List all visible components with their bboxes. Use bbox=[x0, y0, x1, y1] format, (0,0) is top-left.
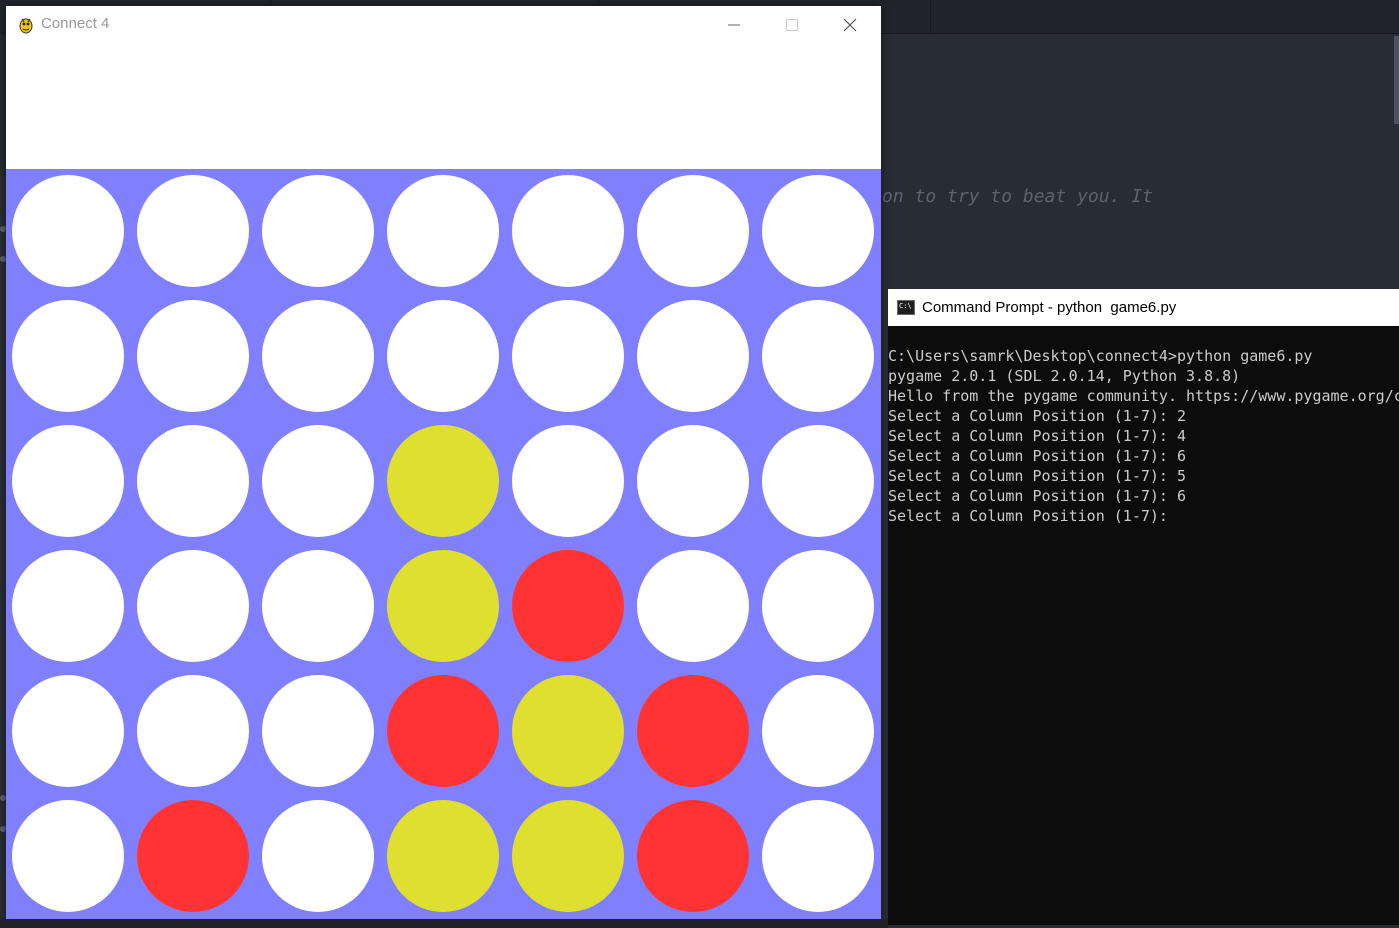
board-cell-r3-c4-yellow-disc[interactable] bbox=[387, 425, 499, 537]
terminal-output[interactable]: C:\Users\samrk\Desktop\connect4>python g… bbox=[888, 346, 1399, 916]
board-cell-r4-c7[interactable] bbox=[762, 550, 874, 662]
terminal-line: Select a Column Position (1-7): 5 bbox=[888, 467, 1187, 485]
board-cell-r2-c1[interactable] bbox=[12, 300, 124, 412]
board-cell-r4-c2[interactable] bbox=[137, 550, 249, 662]
board-cell-r5-c7[interactable] bbox=[762, 675, 874, 787]
editor-scrollbar[interactable] bbox=[1394, 36, 1399, 124]
cmd-window-title: Command Prompt - python game6.py bbox=[922, 299, 1177, 316]
minimize-button[interactable] bbox=[705, 6, 763, 44]
board-cell-r6-c7[interactable] bbox=[762, 800, 874, 912]
board-cell-r1-c6[interactable] bbox=[637, 175, 749, 287]
board-cell-r2-c4[interactable] bbox=[387, 300, 499, 412]
board-cell-r1-c3[interactable] bbox=[262, 175, 374, 287]
terminal-prompt-line[interactable]: Select a Column Position (1-7): bbox=[888, 506, 1399, 526]
board-cell-r6-c4-yellow-disc[interactable] bbox=[387, 800, 499, 912]
board-cell-r1-c5[interactable] bbox=[512, 175, 624, 287]
terminal-line: Select a Column Position (1-7): 6 bbox=[888, 447, 1187, 465]
board-cell-r4-c3[interactable] bbox=[262, 550, 374, 662]
terminal-line: Select a Column Position (1-7): 2 bbox=[888, 407, 1187, 425]
board-cell-r5-c2[interactable] bbox=[137, 675, 249, 787]
terminal-line: Select a Column Position (1-7): 4 bbox=[888, 427, 1187, 445]
drop-zone[interactable] bbox=[6, 44, 881, 169]
board-cell-r3-c1[interactable] bbox=[12, 425, 124, 537]
board-cell-r2-c6[interactable] bbox=[637, 300, 749, 412]
board-cell-r5-c6-red-disc[interactable] bbox=[637, 675, 749, 787]
board-cell-r5-c1[interactable] bbox=[12, 675, 124, 787]
board-cell-r3-c3[interactable] bbox=[262, 425, 374, 537]
close-icon bbox=[843, 18, 857, 32]
board-cell-r6-c2-red-disc[interactable] bbox=[137, 800, 249, 912]
close-button[interactable] bbox=[821, 6, 879, 44]
board-cell-r2-c5[interactable] bbox=[512, 300, 624, 412]
board-cell-r6-c3[interactable] bbox=[262, 800, 374, 912]
board-cell-r5-c3[interactable] bbox=[262, 675, 374, 787]
cmd-icon: C:\ bbox=[897, 300, 915, 315]
game-titlebar[interactable]: Connect 4 bbox=[6, 6, 881, 44]
board-cell-r6-c6-red-disc[interactable] bbox=[637, 800, 749, 912]
command-prompt-window: C:\ Command Prompt - python game6.py C:\… bbox=[888, 289, 1399, 925]
cmd-icon-label: C:\ bbox=[899, 302, 912, 310]
terminal-line: Hello from the pygame community. https:/… bbox=[888, 387, 1399, 405]
window-title: Connect 4 bbox=[41, 15, 110, 32]
cmd-titlebar[interactable]: C:\ Command Prompt - python game6.py bbox=[888, 289, 1399, 326]
maximize-icon bbox=[786, 19, 798, 31]
board-cell-r3-c2[interactable] bbox=[137, 425, 249, 537]
board-cell-r3-c6[interactable] bbox=[637, 425, 749, 537]
board-cell-r4-c6[interactable] bbox=[637, 550, 749, 662]
connect4-window: Connect 4 bbox=[6, 6, 881, 919]
maximize-button[interactable] bbox=[763, 6, 821, 44]
board-cell-r1-c2[interactable] bbox=[137, 175, 249, 287]
pygame-snake-icon bbox=[19, 18, 33, 34]
board-cell-r4-c5-red-disc[interactable] bbox=[512, 550, 624, 662]
minimize-icon bbox=[728, 24, 740, 26]
editor-code-line: on to try to beat you. It bbox=[882, 186, 1153, 207]
board-cell-r3-c5[interactable] bbox=[512, 425, 624, 537]
board-cell-r1-c4[interactable] bbox=[387, 175, 499, 287]
taskbar-strip bbox=[0, 919, 888, 928]
terminal-line: Select a Column Position (1-7): 6 bbox=[888, 487, 1187, 505]
board-cell-r6-c5-yellow-disc[interactable] bbox=[512, 800, 624, 912]
terminal-line: pygame 2.0.1 (SDL 2.0.14, Python 3.8.8) bbox=[888, 367, 1241, 385]
board-cell-r2-c2[interactable] bbox=[137, 300, 249, 412]
board-cell-r4-c1[interactable] bbox=[12, 550, 124, 662]
board-cell-r1-c1[interactable] bbox=[12, 175, 124, 287]
board-cell-r4-c4-yellow-disc[interactable] bbox=[387, 550, 499, 662]
board-cell-r5-c5-yellow-disc[interactable] bbox=[512, 675, 624, 787]
board-cell-r1-c7[interactable] bbox=[762, 175, 874, 287]
terminal-line: C:\Users\samrk\Desktop\connect4>python g… bbox=[888, 347, 1313, 365]
board-cell-r6-c1[interactable] bbox=[12, 800, 124, 912]
board-cell-r2-c3[interactable] bbox=[262, 300, 374, 412]
board-cell-r5-c4-red-disc[interactable] bbox=[387, 675, 499, 787]
game-board[interactable] bbox=[6, 169, 881, 919]
board-cell-r2-c7[interactable] bbox=[762, 300, 874, 412]
board-cell-r3-c7[interactable] bbox=[762, 425, 874, 537]
tab-separator bbox=[930, 0, 931, 33]
